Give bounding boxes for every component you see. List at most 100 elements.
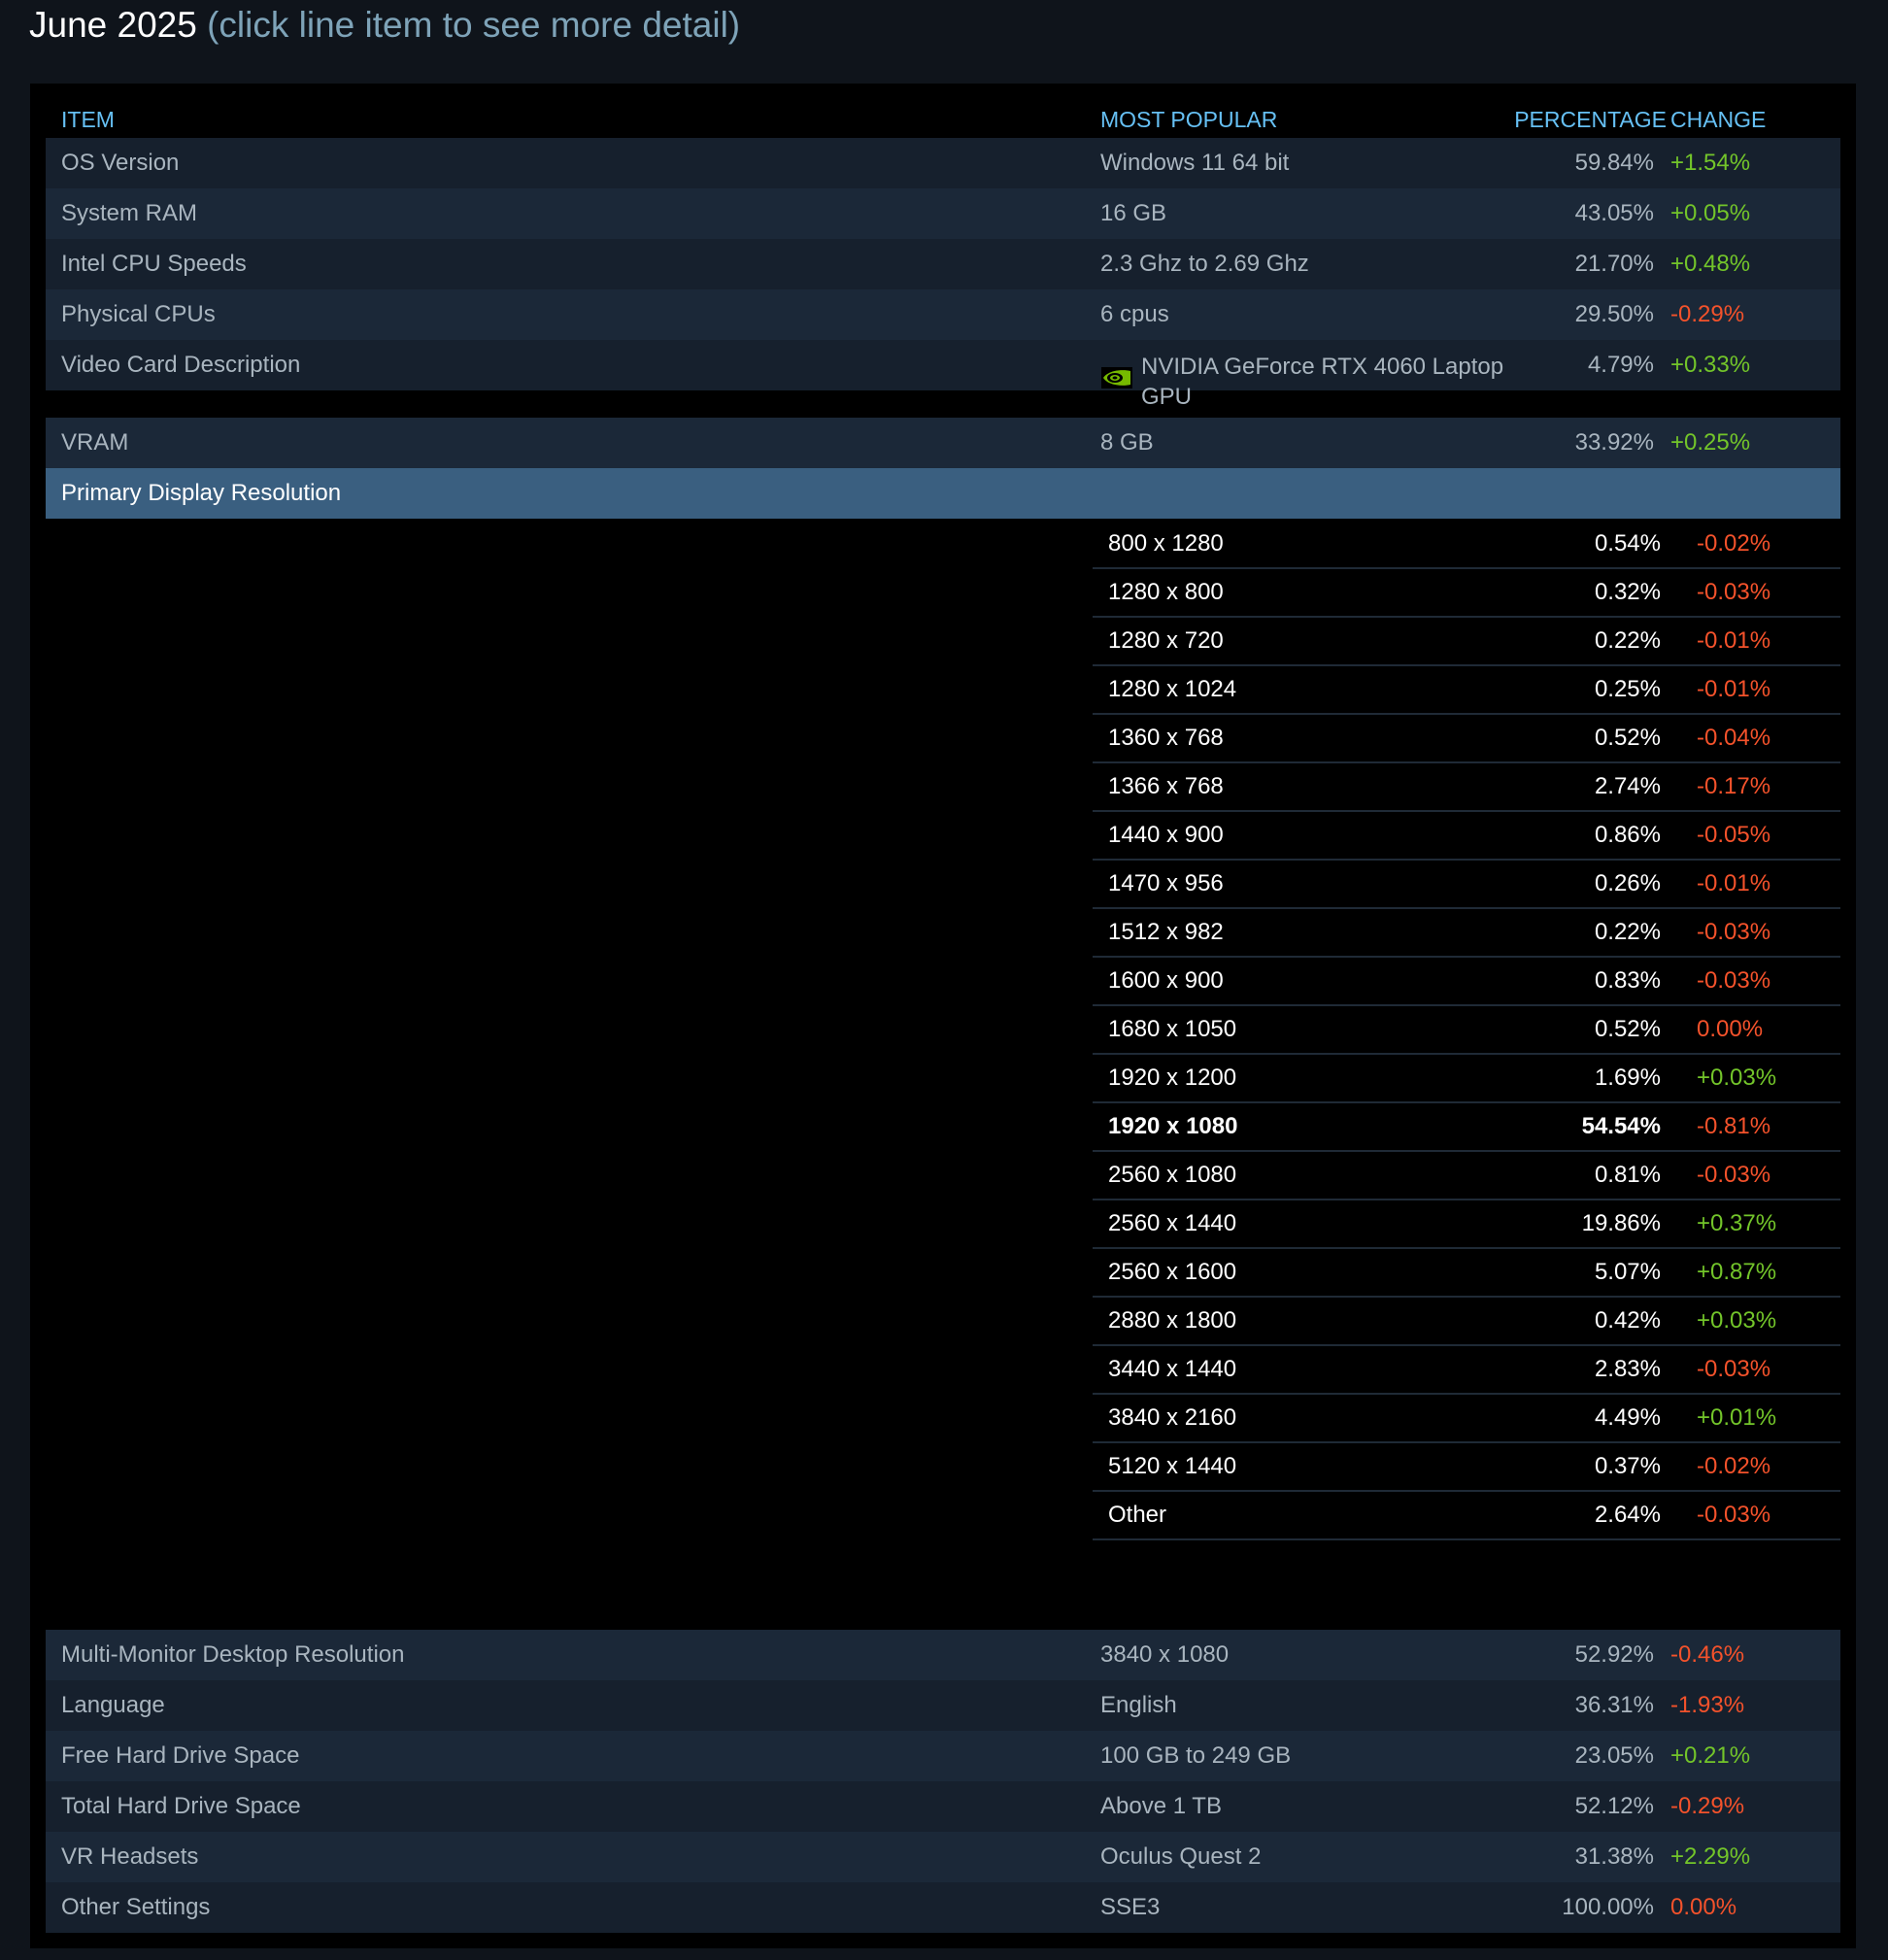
list-item[interactable]: 1366 x 768 2.74% -0.17%: [1093, 763, 1840, 812]
row-most-popular: 3840 x 1080: [1100, 1641, 1229, 1669]
list-item[interactable]: 1600 x 900 0.83% -0.03%: [1093, 958, 1840, 1006]
row-change: -0.46%: [1670, 1641, 1744, 1669]
row-most-popular: Above 1 TB: [1100, 1793, 1222, 1820]
row-percentage: 43.05%: [1575, 200, 1654, 227]
resolution-percentage: 0.52%: [1595, 725, 1661, 752]
row-vr-headsets[interactable]: VR Headsets Oculus Quest 2 31.38% +2.29%: [46, 1832, 1840, 1882]
row-most-popular: NVIDIA GeForce RTX 4060 Laptop GPU: [1141, 352, 1510, 412]
row-change: -0.29%: [1670, 1793, 1744, 1820]
resolution-change: +0.87%: [1697, 1259, 1776, 1286]
resolution-change: -0.03%: [1697, 1162, 1770, 1189]
list-item[interactable]: 1440 x 900 0.86% -0.05%: [1093, 812, 1840, 861]
row-vram[interactable]: VRAM 8 GB 33.92% +0.25%: [46, 418, 1840, 468]
list-item-highlight[interactable]: 1920 x 1080 54.54% -0.81%: [1093, 1103, 1840, 1152]
row-item: System RAM: [61, 200, 197, 227]
resolution-percentage: 0.22%: [1595, 919, 1661, 946]
resolution-change: -0.02%: [1697, 1453, 1770, 1480]
resolution-percentage: 0.37%: [1595, 1453, 1661, 1480]
row-change: -1.93%: [1670, 1692, 1744, 1719]
row-most-popular: 16 GB: [1100, 200, 1166, 227]
resolution-change: -0.03%: [1697, 919, 1770, 946]
resolution-label: 1280 x 1024: [1108, 676, 1236, 703]
row-language[interactable]: Language English 36.31% -1.93%: [46, 1680, 1840, 1731]
list-item[interactable]: 5120 x 1440 0.37% -0.02%: [1093, 1443, 1840, 1492]
row-most-popular: SSE3: [1100, 1894, 1160, 1921]
row-most-popular: 100 GB to 249 GB: [1100, 1742, 1291, 1770]
row-os-version[interactable]: OS Version Windows 11 64 bit 59.84% +1.5…: [46, 138, 1840, 188]
list-item[interactable]: 1470 x 956 0.26% -0.01%: [1093, 861, 1840, 909]
resolution-percentage: 1.69%: [1595, 1064, 1661, 1092]
row-change: +0.05%: [1670, 200, 1750, 227]
list-item[interactable]: 1680 x 1050 0.52% 0.00%: [1093, 1006, 1840, 1055]
list-item[interactable]: 2560 x 1440 19.86% +0.37%: [1093, 1200, 1840, 1249]
resolution-percentage: 0.81%: [1595, 1162, 1661, 1189]
resolution-change: -0.03%: [1697, 1502, 1770, 1529]
row-change: -0.29%: [1670, 301, 1744, 328]
row-percentage: 31.38%: [1575, 1843, 1654, 1871]
row-intel-cpu-speeds[interactable]: Intel CPU Speeds 2.3 Ghz to 2.69 Ghz 21.…: [46, 239, 1840, 289]
resolution-percentage: 0.22%: [1595, 627, 1661, 655]
resolution-percentage: 0.25%: [1595, 676, 1661, 703]
row-item: Other Settings: [61, 1894, 210, 1921]
resolution-label: 5120 x 1440: [1108, 1453, 1236, 1480]
row-primary-display-resolution[interactable]: Primary Display Resolution: [46, 468, 1840, 519]
resolution-change: -0.05%: [1697, 822, 1770, 849]
row-most-popular: English: [1100, 1692, 1177, 1719]
resolution-change: -0.17%: [1697, 773, 1770, 800]
resolution-percentage: 54.54%: [1582, 1113, 1661, 1140]
row-total-hard-drive-space[interactable]: Total Hard Drive Space Above 1 TB 52.12%…: [46, 1781, 1840, 1832]
row-most-popular: Windows 11 64 bit: [1100, 150, 1289, 177]
table-header: ITEM MOST POPULAR PERCENTAGE CHANGE: [46, 84, 1840, 138]
row-percentage: 23.05%: [1575, 1742, 1654, 1770]
list-item[interactable]: 800 x 1280 0.54% -0.02%: [1093, 521, 1840, 569]
list-item[interactable]: 2560 x 1080 0.81% -0.03%: [1093, 1152, 1840, 1200]
resolution-label: 2880 x 1800: [1108, 1307, 1236, 1335]
resolution-label: 1470 x 956: [1108, 870, 1224, 897]
row-physical-cpus[interactable]: Physical CPUs 6 cpus 29.50% -0.29%: [46, 289, 1840, 340]
row-percentage: 4.79%: [1588, 352, 1654, 379]
row-other-settings[interactable]: Other Settings SSE3 100.00% 0.00%: [46, 1882, 1840, 1933]
resolution-percentage: 2.83%: [1595, 1356, 1661, 1383]
list-item[interactable]: 1280 x 800 0.32% -0.03%: [1093, 569, 1840, 618]
row-free-hard-drive-space[interactable]: Free Hard Drive Space 100 GB to 249 GB 2…: [46, 1731, 1840, 1781]
list-item[interactable]: 3440 x 1440 2.83% -0.03%: [1093, 1346, 1840, 1395]
row-change: +1.54%: [1670, 150, 1750, 177]
list-item[interactable]: 1280 x 720 0.22% -0.01%: [1093, 618, 1840, 666]
resolution-change: 0.00%: [1697, 1016, 1763, 1043]
row-change: +0.33%: [1670, 352, 1750, 379]
resolution-change: +0.37%: [1697, 1210, 1776, 1237]
section-label: Primary Display Resolution: [61, 480, 341, 507]
row-system-ram[interactable]: System RAM 16 GB 43.05% +0.05%: [46, 188, 1840, 239]
hardware-survey-table: ITEM MOST POPULAR PERCENTAGE CHANGE OS V…: [30, 84, 1856, 1948]
list-item[interactable]: 2560 x 1600 5.07% +0.87%: [1093, 1249, 1840, 1298]
row-item: Free Hard Drive Space: [61, 1742, 299, 1770]
resolution-change: +0.01%: [1697, 1404, 1776, 1432]
row-most-popular: Oculus Quest 2: [1100, 1843, 1261, 1871]
row-most-popular: 8 GB: [1100, 429, 1154, 456]
resolution-label: 1920 x 1200: [1108, 1064, 1236, 1092]
resolution-label: 1360 x 768: [1108, 725, 1224, 752]
row-percentage: 36.31%: [1575, 1692, 1654, 1719]
row-percentage: 21.70%: [1575, 251, 1654, 278]
resolution-percentage: 4.49%: [1595, 1404, 1661, 1432]
row-most-popular: 6 cpus: [1100, 301, 1169, 328]
resolution-change: -0.02%: [1697, 530, 1770, 558]
row-percentage: 52.92%: [1575, 1641, 1654, 1669]
list-item[interactable]: 3840 x 2160 4.49% +0.01%: [1093, 1395, 1840, 1443]
row-percentage: 29.50%: [1575, 301, 1654, 328]
row-change: +0.21%: [1670, 1742, 1750, 1770]
list-item[interactable]: 1920 x 1200 1.69% +0.03%: [1093, 1055, 1840, 1103]
resolution-change: -0.03%: [1697, 579, 1770, 606]
resolution-label: 2560 x 1440: [1108, 1210, 1236, 1237]
resolution-label: 2560 x 1080: [1108, 1162, 1236, 1189]
list-item[interactable]: 1360 x 768 0.52% -0.04%: [1093, 715, 1840, 763]
resolution-percentage: 2.74%: [1595, 773, 1661, 800]
list-item[interactable]: 1280 x 1024 0.25% -0.01%: [1093, 666, 1840, 715]
row-video-card-description[interactable]: Video Card Description NVIDIA GeForce RT…: [46, 340, 1840, 390]
list-item[interactable]: 2880 x 1800 0.42% +0.03%: [1093, 1298, 1840, 1346]
row-multi-monitor-desktop-resolution[interactable]: Multi-Monitor Desktop Resolution 3840 x …: [46, 1630, 1840, 1680]
list-item[interactable]: Other 2.64% -0.03%: [1093, 1492, 1840, 1540]
row-change: +2.29%: [1670, 1843, 1750, 1871]
list-item[interactable]: 1512 x 982 0.22% -0.03%: [1093, 909, 1840, 958]
resolution-change: -0.04%: [1697, 725, 1770, 752]
